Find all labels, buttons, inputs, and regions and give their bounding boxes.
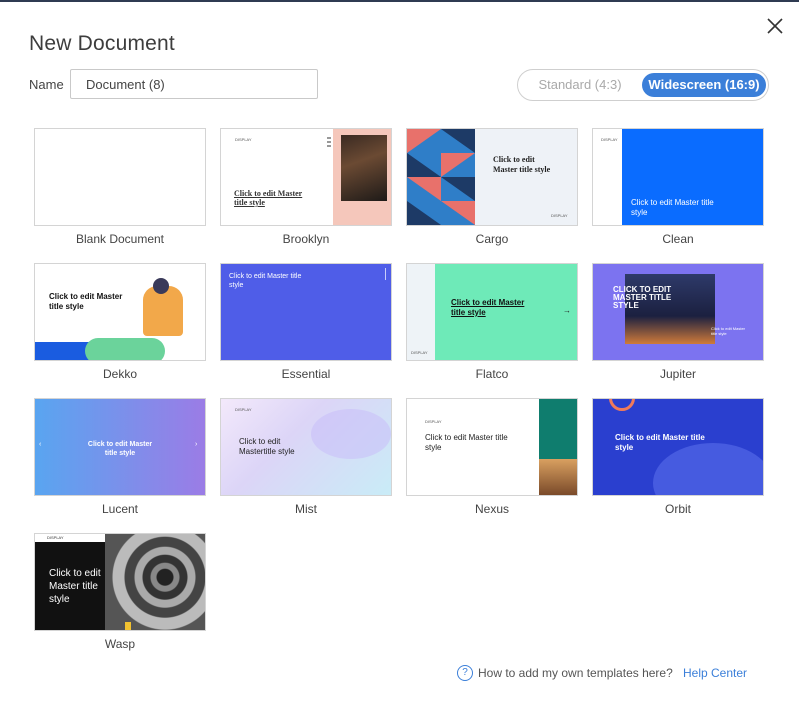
- brand-text: DISPLAY: [235, 137, 252, 142]
- slide-title: CLICK TO EDIT MASTER TITLE STYLE: [613, 285, 672, 310]
- template-name: Clean: [662, 232, 694, 246]
- template-name: Jupiter: [659, 367, 697, 381]
- name-label: Name: [29, 77, 64, 92]
- template-name: Flatco: [475, 367, 509, 381]
- brand-text: DISPLAY: [425, 419, 442, 424]
- template-mist[interactable]: DISPLAY Click to edit Mastertitle style …: [220, 398, 392, 516]
- close-icon[interactable]: [764, 15, 786, 37]
- template-blank-document[interactable]: Blank Document: [34, 128, 206, 246]
- template-thumbnail: DISPLAY Click to edit Master title style…: [406, 263, 578, 361]
- side-panel: [407, 264, 435, 360]
- template-thumbnail: DISPLAY Click to edit Mastertitle style: [220, 398, 392, 496]
- template-name: Nexus: [474, 502, 509, 516]
- template-name: Essential: [281, 367, 331, 381]
- brand-text: DISPLAY: [47, 535, 64, 540]
- yellow-accent: [125, 622, 131, 630]
- orbit-ring-decoration: [609, 399, 635, 411]
- green-shape: [85, 338, 165, 360]
- name-input[interactable]: [70, 69, 318, 99]
- slide-title: Click to edit Master title style: [615, 433, 705, 452]
- teal-panel: [539, 399, 577, 459]
- template-flatco[interactable]: DISPLAY Click to edit Master title style…: [406, 263, 578, 381]
- template-thumbnail: DISPLAY Click to edit Master title style: [406, 398, 578, 496]
- template-name: Mist: [295, 502, 317, 516]
- slide-title: Click to edit Mastertitle style: [239, 437, 295, 456]
- template-name: Wasp: [104, 637, 136, 651]
- slide-title: Click to edit Master title style: [425, 433, 508, 452]
- template-clean[interactable]: DISPLAY Click to edit Master title style…: [592, 128, 764, 246]
- template-thumbnail: CLICK TO EDIT MASTER TITLE STYLE Click t…: [592, 263, 764, 361]
- template-name: Dekko: [102, 367, 137, 381]
- template-orbit[interactable]: Click to edit Master title style Orbit: [592, 398, 764, 516]
- template-cargo[interactable]: Click to edit Master title style DISPLAY…: [406, 128, 578, 246]
- widescreen-option[interactable]: Widescreen (16:9): [642, 73, 766, 97]
- next-arrow-icon: ›: [195, 441, 198, 448]
- help-center-link[interactable]: Help Center: [683, 665, 747, 681]
- photo-image: [341, 135, 387, 201]
- prev-arrow-icon: ‹: [39, 441, 42, 448]
- brand-text: DISPLAY: [235, 407, 252, 412]
- spiral-photo: [105, 534, 205, 630]
- template-brooklyn[interactable]: DISPLAY Click to edit Master title style…: [220, 128, 392, 246]
- brand-text: DISPLAY: [551, 213, 568, 218]
- template-wasp[interactable]: DISPLAY Click to edit Master title style…: [34, 533, 206, 651]
- template-nexus[interactable]: DISPLAY Click to edit Master title style…: [406, 398, 578, 516]
- geometric-pattern: [407, 129, 475, 225]
- help-icon[interactable]: ?: [457, 665, 473, 681]
- template-thumbnail: [34, 128, 206, 226]
- template-jupiter[interactable]: CLICK TO EDIT MASTER TITLE STYLE Click t…: [592, 263, 764, 381]
- slide-title: Click to edit Master title style: [234, 189, 303, 207]
- help-question: How to add my own templates here?: [478, 666, 673, 680]
- brand-text: DISPLAY: [601, 137, 618, 142]
- brand-text: DISPLAY: [411, 350, 428, 355]
- slide-title: Click to edit Master title style: [229, 273, 302, 289]
- slide-title: Click to edit Master title style: [49, 568, 101, 605]
- template-name: Blank Document: [75, 232, 165, 246]
- template-thumbnail: DISPLAY Click to edit Master title style: [592, 128, 764, 226]
- slide-title: Click to edit Master title style: [631, 198, 714, 217]
- aspect-ratio-toggle: Standard (4:3) Widescreen (16:9): [517, 69, 769, 101]
- template-thumbnail: Click to edit Master title style: [592, 398, 764, 496]
- template-name: Brooklyn: [282, 232, 330, 246]
- template-thumbnail: DISPLAY Click to edit Master title style: [34, 533, 206, 631]
- dots-decoration: [327, 137, 331, 149]
- template-thumbnail: Click to edit Master title style: [220, 263, 392, 361]
- wave-shape: [311, 409, 391, 459]
- person-head-illustration: [153, 278, 169, 294]
- template-lucent[interactable]: Click to edit Master title style ‹ › Luc…: [34, 398, 206, 516]
- arrow-icon: →: [563, 306, 571, 315]
- slide-title: Click to edit Master title style: [451, 298, 525, 317]
- slide-title: Click to edit Master title style: [87, 441, 153, 457]
- slide-body: Click to edit Master title style: [711, 326, 746, 336]
- template-name: Cargo: [475, 232, 509, 246]
- slide-title: Click to edit Master title style: [49, 292, 123, 311]
- standard-option[interactable]: Standard (4:3): [528, 73, 632, 97]
- template-thumbnail: Click to edit Master title style DISPLAY: [406, 128, 578, 226]
- template-thumbnail: Click to edit Master title style ‹ ›: [34, 398, 206, 496]
- template-essential[interactable]: Click to edit Master title style Essenti…: [220, 263, 392, 381]
- window-top-border: [0, 0, 799, 2]
- template-thumbnail: DISPLAY Click to edit Master title style: [220, 128, 392, 226]
- template-name: Lucent: [101, 502, 139, 516]
- divider-line: [385, 268, 386, 280]
- slide-title: Click to edit Master title style: [493, 155, 551, 174]
- template-thumbnail: Click to edit Master title style: [34, 263, 206, 361]
- template-name: Orbit: [664, 502, 691, 516]
- template-dekko[interactable]: Click to edit Master title style Dekko: [34, 263, 206, 381]
- dialog-title: New Document: [29, 32, 175, 55]
- city-photo: [539, 459, 577, 495]
